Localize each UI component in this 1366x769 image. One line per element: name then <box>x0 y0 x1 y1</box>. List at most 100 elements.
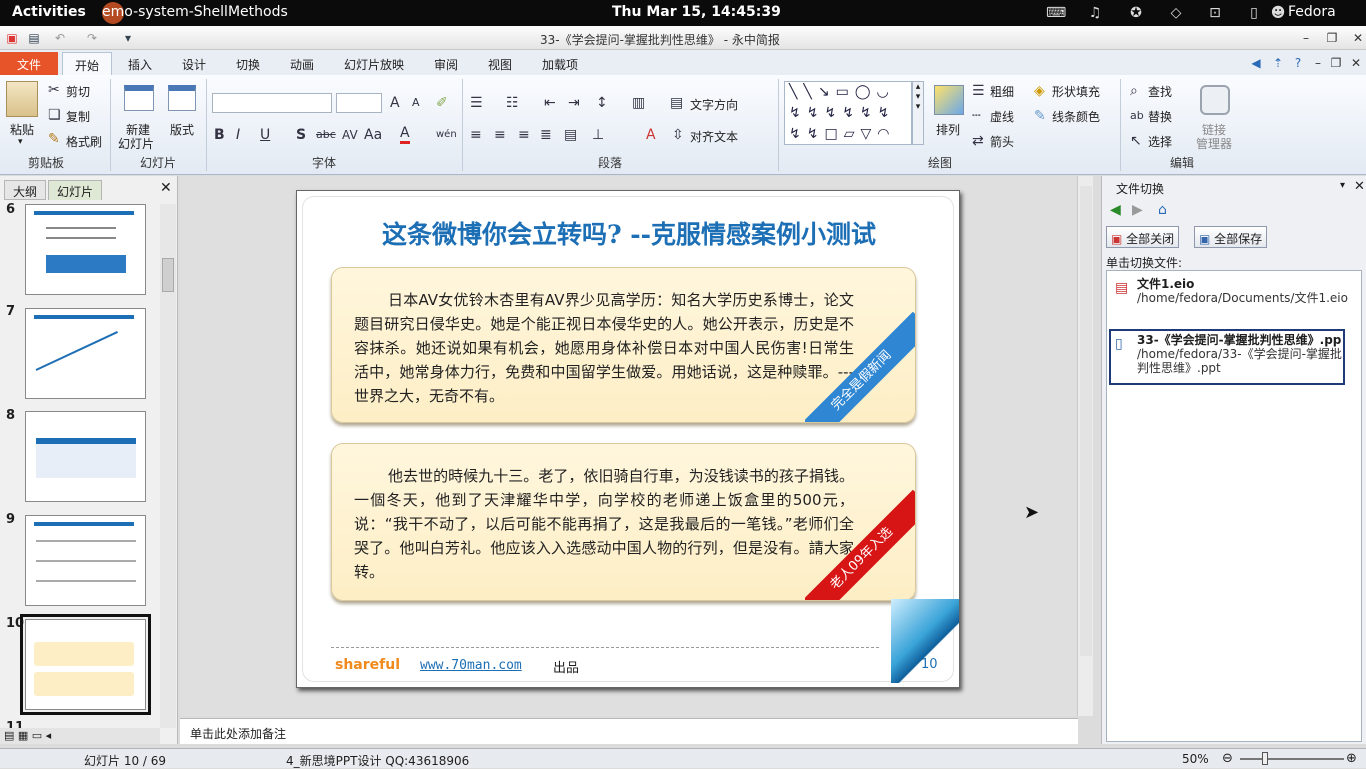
tab-addins[interactable]: 加载项 <box>530 52 590 75</box>
underline-icon[interactable]: U <box>260 127 270 143</box>
minimize-button[interactable]: – <box>1298 30 1314 46</box>
ribbon-minimize-icon[interactable]: – <box>1310 55 1326 71</box>
ribbon-restore-icon[interactable]: ❐ <box>1328 55 1344 71</box>
close-button[interactable]: ✕ <box>1350 30 1366 46</box>
copy-button[interactable]: 复制 <box>66 108 90 125</box>
char-spacing-icon[interactable]: AV <box>342 127 358 143</box>
align-center-icon[interactable]: ≡ <box>494 127 506 143</box>
layout-icon[interactable] <box>168 85 196 111</box>
nav-forward-icon[interactable]: ▶ <box>1132 202 1143 218</box>
customize-toolbar-icon[interactable]: ▾ <box>120 30 136 46</box>
zoom-level[interactable]: 50% <box>1182 752 1209 766</box>
zoom-in-icon[interactable]: ⊕ <box>1346 751 1357 766</box>
distribute-icon[interactable]: ▤ <box>564 127 577 143</box>
replace-icon[interactable]: ab <box>1130 108 1144 124</box>
tab-insert[interactable]: 插入 <box>116 52 164 75</box>
shape-gallery-scroll[interactable]: ▴ ▾ ▾ <box>912 81 924 145</box>
replace-button[interactable]: 替换 <box>1148 108 1172 125</box>
bullets-icon[interactable]: ☰ <box>470 95 483 111</box>
find-icon[interactable]: ⌕ <box>1130 83 1138 99</box>
pane-close-icon[interactable]: ✕ <box>1354 179 1365 194</box>
network-icon[interactable]: ◇ <box>1168 5 1184 21</box>
arrange-icon[interactable] <box>934 85 964 115</box>
font-name-combo[interactable] <box>212 93 332 113</box>
change-case-icon[interactable]: Aa <box>364 127 382 143</box>
italic-icon[interactable]: I <box>236 127 240 143</box>
arrow-style-icon[interactable]: ⇄ <box>972 133 984 149</box>
help-icon[interactable]: ? <box>1290 55 1306 71</box>
tab-transitions[interactable]: 切换 <box>224 52 272 75</box>
line-color-icon[interactable]: ✎ <box>1034 108 1046 124</box>
keyboard-icon[interactable]: ⌨ <box>1046 5 1066 21</box>
new-slide-icon[interactable] <box>124 85 154 111</box>
dash-icon[interactable]: ┄ <box>972 108 980 124</box>
paste-button[interactable]: 粘贴 <box>10 121 34 138</box>
tab-slideshow[interactable]: 幻灯片放映 <box>332 52 416 75</box>
current-slide[interactable]: 这条微博你会立转吗? --克服情感案例小测试 日本AV女优铃木杏里有AV界少见高… <box>296 190 960 688</box>
text-effect-icon[interactable]: A <box>646 127 656 143</box>
home-icon[interactable]: ⌂ <box>1158 202 1167 218</box>
outline-weight-button[interactable]: 粗细 <box>990 83 1014 100</box>
view-switcher[interactable]: ▤ ▦ ▭ ◂ <box>0 728 160 744</box>
save-all-button[interactable]: ▣ 全部保存 <box>1194 226 1268 248</box>
text-direction-button[interactable]: 文字方向 <box>690 96 738 113</box>
font-color-icon[interactable]: A <box>400 125 410 144</box>
shape-fill-button[interactable]: 形状填充 <box>1052 83 1100 100</box>
nav-back-icon[interactable]: ◀ <box>1110 202 1121 218</box>
music-icon[interactable]: ♫ <box>1087 5 1103 21</box>
decrease-indent-icon[interactable]: ⇤ <box>544 95 556 111</box>
usb-icon[interactable]: ⊡ <box>1207 5 1223 21</box>
slide-thumbnail[interactable] <box>25 411 146 502</box>
grow-font-icon[interactable]: A <box>390 95 400 111</box>
align-left-icon[interactable]: ≡ <box>470 127 482 143</box>
notes-pane[interactable]: 单击此处添加备注 <box>180 718 1078 744</box>
select-button[interactable]: 选择 <box>1148 133 1172 150</box>
accessibility-icon[interactable]: ✪ <box>1128 5 1144 21</box>
format-painter-icon[interactable]: ✎ <box>48 131 60 147</box>
thumbnail-scrollbar[interactable] <box>160 204 176 728</box>
card-fake-news[interactable]: 日本AV女优铃木杏里有AV界少见高学历：知名大学历史系博士，论文题目研究日侵华史… <box>331 267 916 423</box>
zoom-out-icon[interactable]: ⊖ <box>1222 751 1233 766</box>
tab-view[interactable]: 视图 <box>476 52 524 75</box>
link-manager-icon[interactable] <box>1200 85 1230 115</box>
slide-title[interactable]: 这条微博你会立转吗? --克服情感案例小测试 <box>297 215 961 251</box>
shape-fill-icon[interactable]: ◈ <box>1034 83 1045 99</box>
select-icon[interactable]: ↖ <box>1130 133 1142 149</box>
slide-thumbnail[interactable] <box>25 515 146 606</box>
clock[interactable]: Thu Mar 15, 14:45:39 <box>612 4 781 20</box>
undo-icon[interactable]: ↶ <box>52 30 68 46</box>
zoom-slider-thumb[interactable] <box>1262 752 1268 765</box>
justify-icon[interactable]: ≣ <box>540 127 552 143</box>
paste-dropdown-icon[interactable]: ▾ <box>18 137 23 147</box>
zoom-slider[interactable] <box>1240 758 1344 760</box>
find-button[interactable]: 查找 <box>1148 83 1172 100</box>
card-old-man[interactable]: 他去世的時候九十三。老了，依旧骑自行車，为没钱读书的孩子捐钱。一個冬天，他到了天… <box>331 443 916 601</box>
ribbon-close-icon[interactable]: ✕ <box>1348 55 1364 71</box>
tab-outline[interactable]: 大纲 <box>4 180 47 200</box>
columns-icon[interactable]: ▥ <box>632 95 645 111</box>
footer-url[interactable]: www.70man.com <box>420 658 522 673</box>
slide-scrollbar[interactable] <box>1077 176 1093 716</box>
link-manager-label[interactable]: 管理器 <box>1196 135 1232 152</box>
tab-animation[interactable]: 动画 <box>278 52 326 75</box>
back-icon[interactable]: ◀ <box>1248 55 1264 71</box>
line-spacing-icon[interactable]: ↕ <box>596 95 608 111</box>
tab-slides[interactable]: 幻灯片 <box>48 180 103 200</box>
new-slide-label[interactable]: 幻灯片 <box>118 135 154 152</box>
pane-menu-icon[interactable]: ▾ <box>1340 180 1345 191</box>
upload-icon[interactable]: ⇡ <box>1270 55 1286 71</box>
text-direction-icon[interactable]: ▤ <box>670 95 683 111</box>
tab-home[interactable]: 开始 <box>62 52 113 75</box>
cut-button[interactable]: 剪切 <box>66 83 90 100</box>
clear-format-icon[interactable]: ✐ <box>436 95 448 111</box>
file-item-active[interactable]: ▯ 33-《学会提问-掌握批判性思维》.pp /home/fedora/33-《… <box>1109 329 1345 385</box>
slide-thumbnail-selected[interactable] <box>20 614 151 715</box>
font-size-combo[interactable] <box>336 93 382 113</box>
slide-thumbnail[interactable] <box>25 308 146 399</box>
arrow-style-button[interactable]: 箭头 <box>990 133 1014 150</box>
battery-icon[interactable]: ▯ <box>1246 5 1262 21</box>
numbering-icon[interactable]: ☷ <box>506 95 519 111</box>
app-menu[interactable]: emo-system-ShellMethods <box>102 4 288 20</box>
shape-gallery[interactable]: ╲╲↘▭◯◡ ↯↯↯↯↯↯ ↯↯□▱▽◠ <box>784 81 912 145</box>
vertical-align-icon[interactable]: ⊥ <box>592 127 604 143</box>
